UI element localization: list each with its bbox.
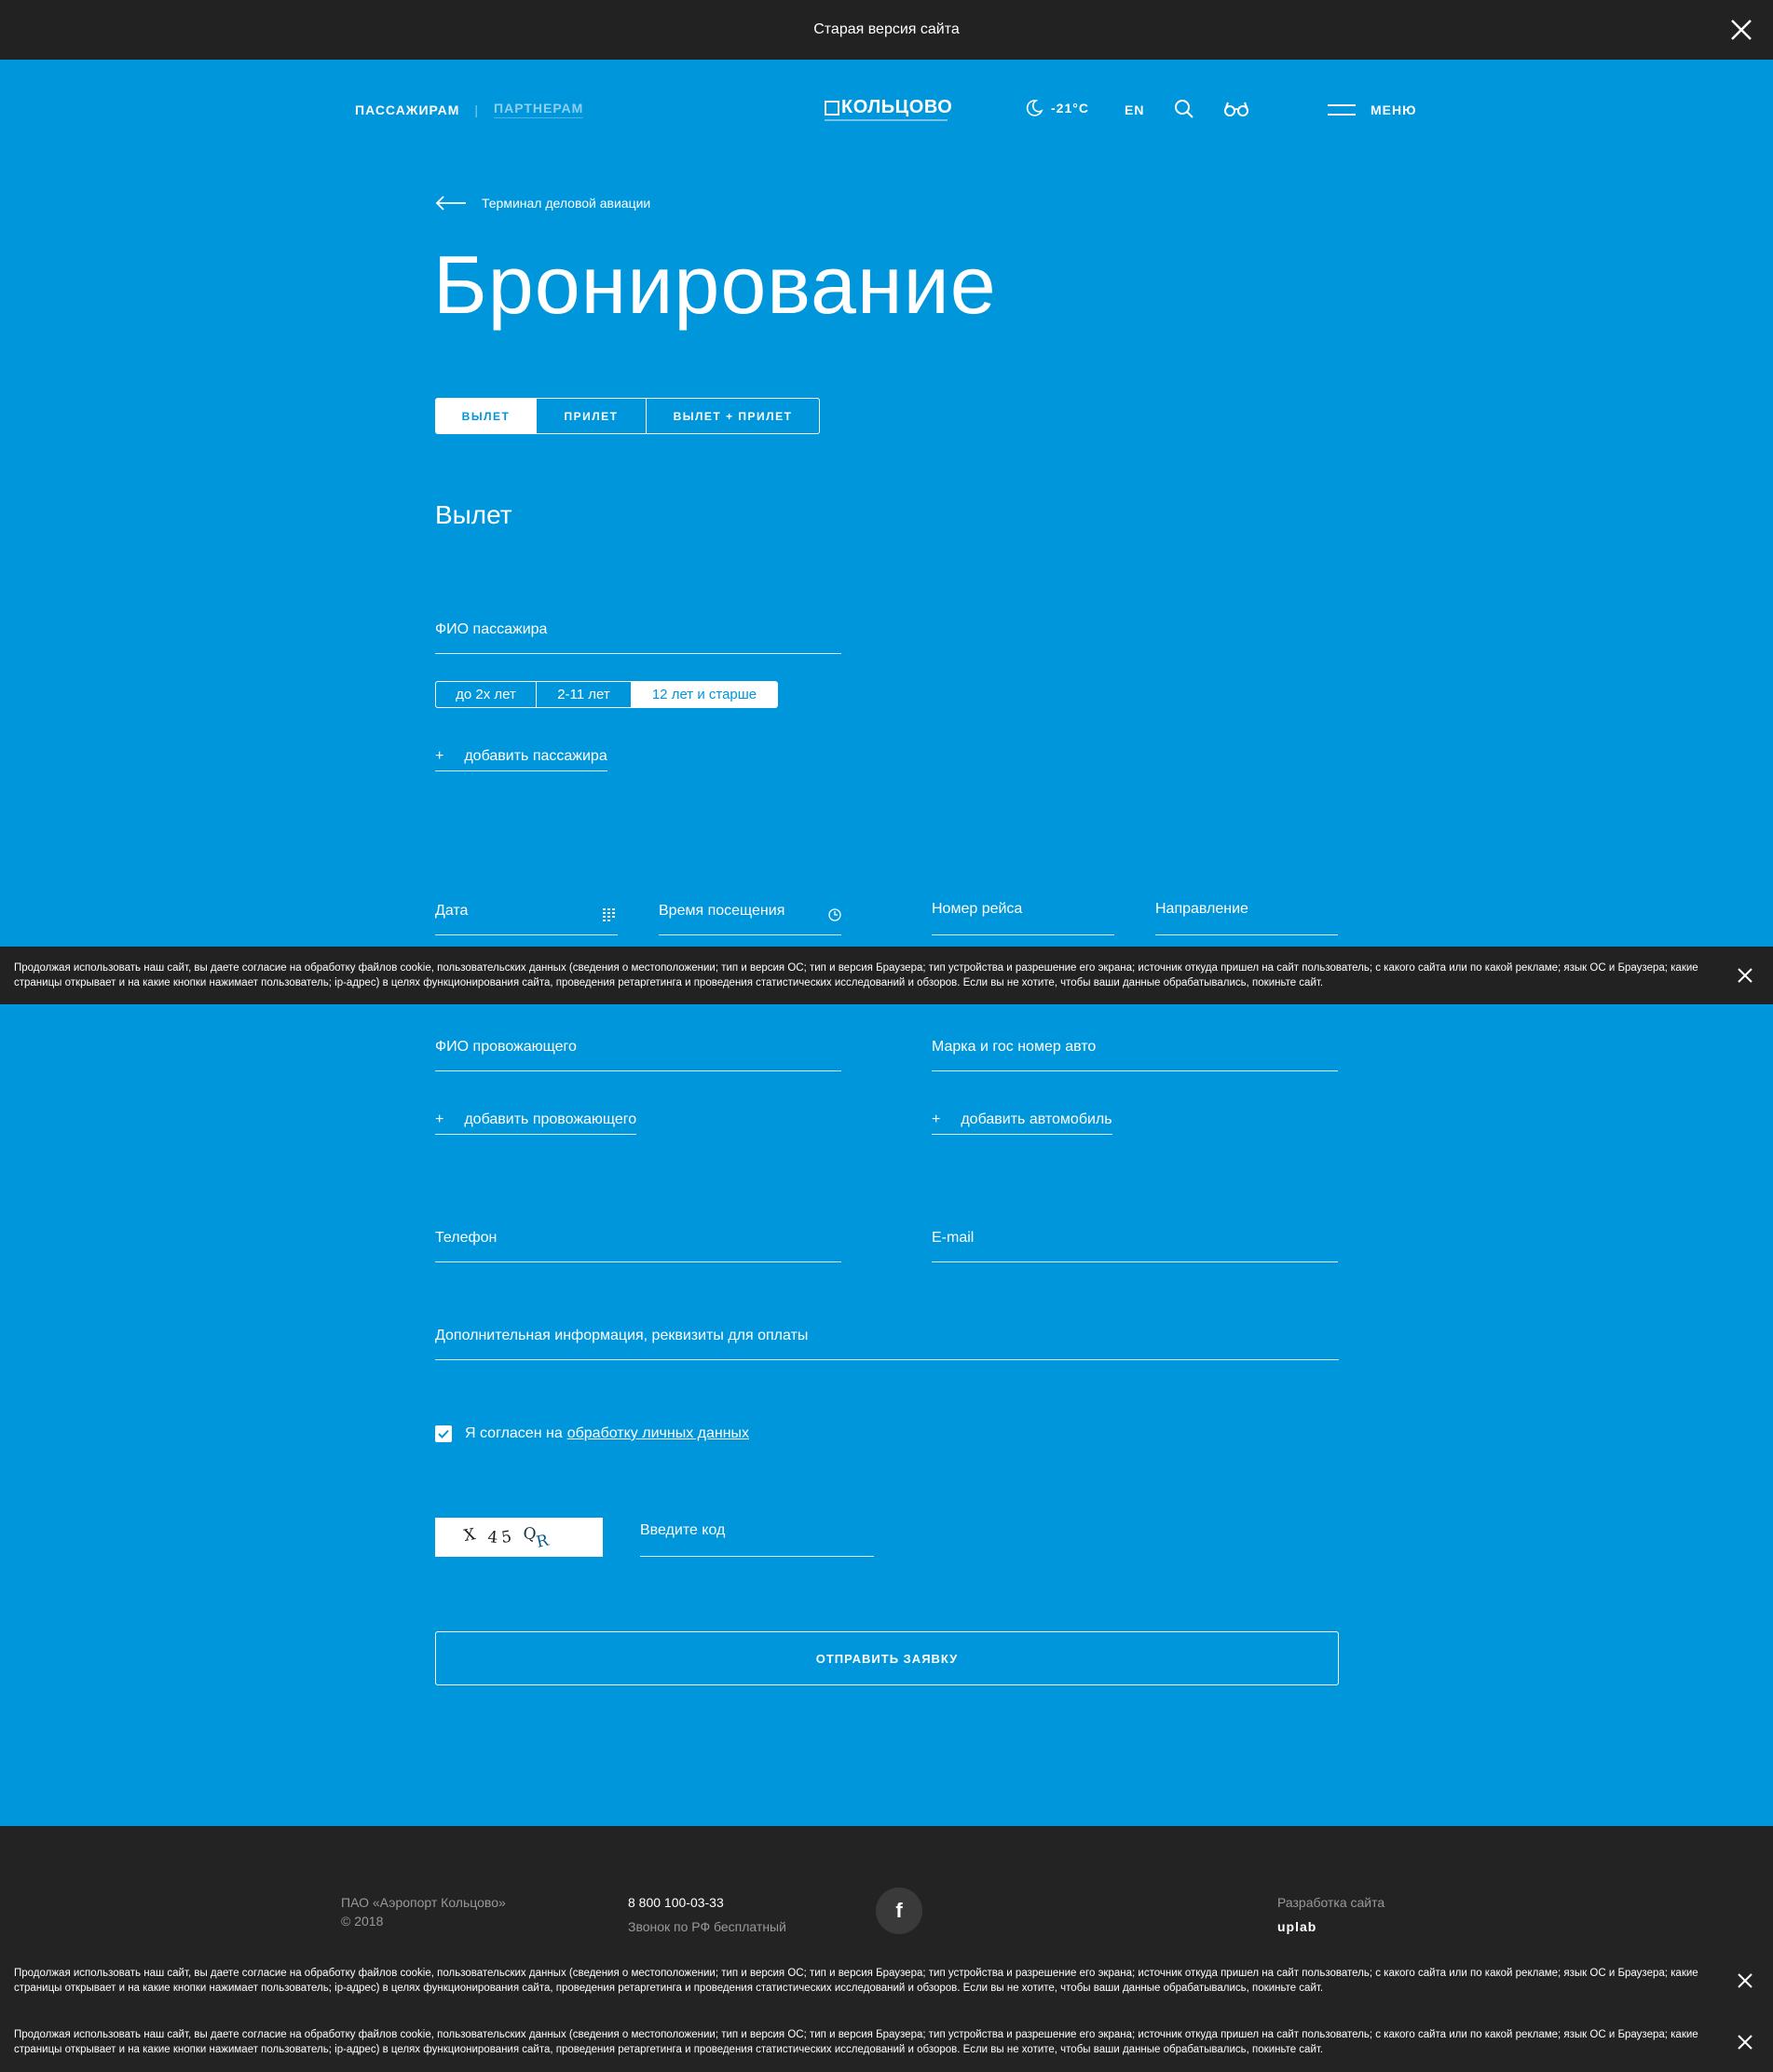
age-option-infant[interactable]: до 2х лет bbox=[436, 682, 537, 707]
add-car-label: добавить автомобиль bbox=[961, 1111, 1112, 1127]
flight-number-field[interactable]: Номер рейса bbox=[932, 879, 1114, 935]
cookie-text: Продолжая использовать наш сайт, вы дает… bbox=[14, 962, 1698, 988]
add-escort-link[interactable]: + добавить провожающего bbox=[435, 1111, 637, 1135]
page-title: Бронирование bbox=[433, 239, 997, 331]
facebook-icon[interactable]: f bbox=[876, 1888, 922, 1934]
footer-phone: 8 800 100-03-33 Звонок по РФ бесплатный bbox=[628, 1893, 786, 1936]
back-link-label: Терминал деловой авиации bbox=[482, 196, 651, 211]
close-icon[interactable] bbox=[1736, 1971, 1754, 1990]
booking-type-tabs: ВЫЛЕТ ПРИЛЕТ ВЫЛЕТ + ПРИЛЕТ bbox=[435, 398, 820, 434]
visit-time-field[interactable]: Время посещения bbox=[659, 879, 841, 935]
calendar-icon[interactable] bbox=[603, 908, 618, 921]
nav-separator: | bbox=[474, 102, 480, 117]
cookie-banner: Продолжая использовать наш сайт, вы дает… bbox=[0, 947, 1773, 1004]
visit-time-label: Время посещения bbox=[659, 903, 785, 919]
car-label: Марка и гос номер авто bbox=[932, 1039, 1097, 1055]
close-icon[interactable] bbox=[1736, 2033, 1754, 2052]
tab-departure-arrival[interactable]: ВЫЛЕТ + ПРИЛЕТ bbox=[647, 399, 819, 433]
cookie-banner: Продолжая использовать наш сайт, вы дает… bbox=[0, 2012, 1773, 2072]
nav-partners[interactable]: ПАРТНЕРАМ bbox=[494, 101, 584, 118]
extra-info-label: Дополнительная информация, реквизиты для… bbox=[435, 1328, 809, 1343]
escort-name-field[interactable]: ФИО провожающего bbox=[435, 1016, 841, 1071]
submit-button[interactable]: ОТПРАВИТЬ ЗАЯВКУ bbox=[435, 1631, 1339, 1685]
phone-field[interactable]: Телефон bbox=[435, 1206, 841, 1262]
menu-button[interactable]: МЕНЮ bbox=[1328, 102, 1417, 117]
accessibility-glasses-icon[interactable] bbox=[1223, 99, 1249, 119]
section-title: Вылет bbox=[435, 500, 512, 529]
escort-name-label: ФИО провожающего bbox=[435, 1039, 577, 1055]
close-icon[interactable] bbox=[1726, 15, 1756, 45]
email-label: E-mail bbox=[932, 1230, 975, 1246]
close-icon[interactable] bbox=[1736, 966, 1754, 985]
back-link[interactable]: Терминал деловой авиации bbox=[435, 196, 650, 211]
company-name: ПАО «Аэропорт Кольцово» bbox=[341, 1895, 506, 1910]
phone-number[interactable]: 8 800 100-03-33 bbox=[628, 1895, 724, 1910]
site-logo[interactable]: КОЛЬЦОВО bbox=[825, 97, 952, 118]
checkmark-icon bbox=[438, 1429, 449, 1438]
direction-field[interactable]: Направление bbox=[1155, 879, 1338, 935]
menu-label: МЕНЮ bbox=[1371, 102, 1417, 117]
tab-departure[interactable]: ВЫЛЕТ bbox=[436, 399, 537, 433]
passenger-name-field[interactable]: ФИО пассажира bbox=[435, 596, 841, 654]
footer-company: ПАО «Аэропорт Кольцово» © 2018 bbox=[341, 1893, 506, 1930]
search-icon[interactable] bbox=[1174, 99, 1194, 119]
add-passenger-link[interactable]: + добавить пассажира bbox=[435, 748, 607, 771]
plus-icon: + bbox=[435, 1111, 444, 1127]
captcha-input[interactable]: Введите код bbox=[640, 1504, 874, 1557]
hamburger-icon bbox=[1328, 104, 1356, 116]
cookie-text: Продолжая использовать наш сайт, вы дает… bbox=[14, 2029, 1698, 2055]
passenger-name-label: ФИО пассажира bbox=[435, 621, 548, 637]
add-passenger-label: добавить пассажира bbox=[464, 748, 607, 764]
agreement-checkbox[interactable] bbox=[435, 1425, 452, 1442]
phone-note: Звонок по РФ бесплатный bbox=[628, 1919, 786, 1934]
logo-tagline bbox=[825, 119, 948, 121]
agreement-row: Я согласен на обработку личных данных bbox=[435, 1425, 749, 1442]
arrow-left-icon bbox=[435, 196, 466, 211]
clock-icon[interactable] bbox=[828, 908, 841, 921]
direction-label: Направление bbox=[1155, 901, 1248, 917]
site-header: ПАССАЖИРАМ | ПАРТНЕРАМ КОЛЬЦОВО -21°C EN… bbox=[0, 60, 1773, 162]
captcha-char: R bbox=[535, 1531, 552, 1551]
developer-brand[interactable]: uplab bbox=[1277, 1917, 1384, 1936]
captcha-char: 4 bbox=[487, 1528, 499, 1547]
add-car-link[interactable]: + добавить автомобиль bbox=[932, 1111, 1112, 1135]
weather-widget: -21°C bbox=[1025, 99, 1089, 117]
flight-number-label: Номер рейса bbox=[932, 901, 1023, 917]
age-option-child[interactable]: 2-11 лет bbox=[537, 682, 632, 707]
captcha-glyphs: X 4 5 QR bbox=[462, 1524, 552, 1552]
captcha-image: X45QR bbox=[435, 1518, 603, 1557]
date-field[interactable]: Дата bbox=[435, 879, 618, 935]
cookie-text: Продолжая использовать наш сайт, вы дает… bbox=[14, 1968, 1698, 1994]
car-field[interactable]: Марка и гос номер авто bbox=[932, 1016, 1338, 1071]
phone-label: Телефон bbox=[435, 1230, 498, 1246]
copyright: © 2018 bbox=[341, 1914, 384, 1929]
developer-label: Разработка сайта bbox=[1277, 1895, 1385, 1910]
audience-nav: ПАССАЖИРАМ | ПАРТНЕРАМ bbox=[355, 101, 584, 118]
age-selector: до 2х лет 2-11 лет 12 лет и старше bbox=[435, 681, 778, 708]
agreement-text: Я согласен на bbox=[465, 1425, 563, 1441]
footer-developer: Разработка сайта uplab bbox=[1277, 1893, 1384, 1936]
logo-mark-icon bbox=[825, 100, 839, 116]
plus-icon: + bbox=[932, 1111, 941, 1127]
nav-passengers[interactable]: ПАССАЖИРАМ bbox=[355, 102, 459, 117]
extra-info-field[interactable]: Дополнительная информация, реквизиты для… bbox=[435, 1304, 1339, 1360]
plus-icon: + bbox=[435, 748, 444, 764]
captcha-char: 5 bbox=[500, 1528, 513, 1547]
email-field[interactable]: E-mail bbox=[932, 1206, 1338, 1262]
add-escort-label: добавить провожающего bbox=[464, 1111, 637, 1127]
captcha-char: X bbox=[462, 1525, 477, 1546]
old-version-link[interactable]: Старая версия сайта bbox=[813, 21, 960, 38]
cookie-banner: Продолжая использовать наш сайт, вы дает… bbox=[0, 1952, 1773, 2010]
language-switch[interactable]: EN bbox=[1125, 102, 1144, 117]
moon-icon bbox=[1026, 100, 1043, 116]
logo-text: КОЛЬЦОВО bbox=[841, 97, 953, 117]
personal-data-link[interactable]: обработку личных данных bbox=[567, 1425, 749, 1442]
captcha-input-label: Введите код bbox=[640, 1522, 726, 1538]
date-label: Дата bbox=[435, 903, 469, 919]
age-option-adult[interactable]: 12 лет и старше bbox=[632, 682, 777, 707]
old-version-bar: Старая версия сайта bbox=[0, 0, 1773, 60]
tab-arrival[interactable]: ПРИЛЕТ bbox=[537, 399, 647, 433]
temperature: -21°C bbox=[1051, 101, 1089, 116]
